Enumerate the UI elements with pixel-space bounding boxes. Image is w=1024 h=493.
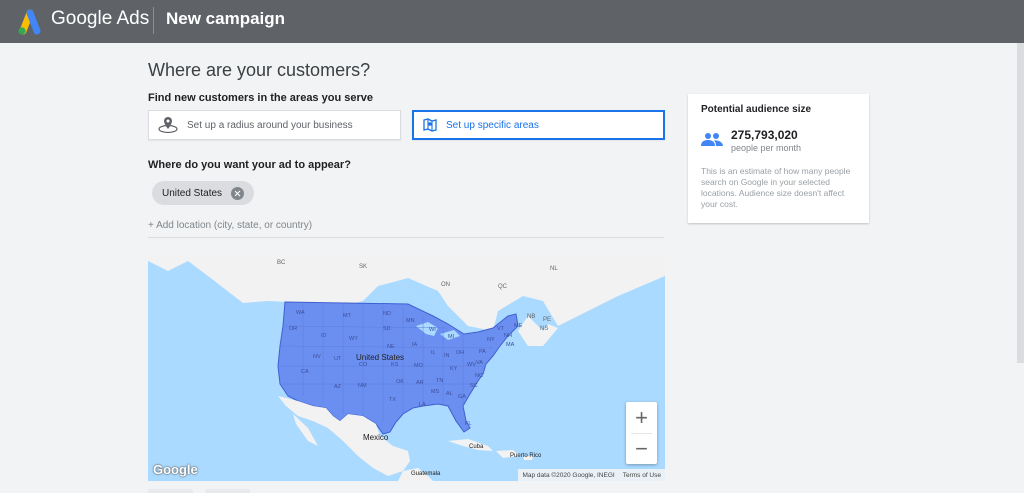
state-label-ut: UT [334, 356, 342, 362]
find-customers-label: Find new customers in the areas you serv… [148, 92, 373, 104]
state-label-fl: FL [465, 421, 472, 427]
state-label-ky: KY [450, 366, 458, 372]
map-label-on: ON [441, 282, 450, 288]
audience-value: 275,793,020 [731, 128, 798, 142]
header-divider [153, 7, 154, 34]
state-label-co: CO [359, 362, 368, 368]
state-label-il: IL [431, 350, 436, 356]
map-label-cuba: Cuba [469, 444, 484, 450]
audience-size-card: Potential audience size 275,793,020 peop… [688, 94, 869, 223]
radius-option-label: Set up a radius around your business [187, 119, 353, 131]
remove-location-icon[interactable] [231, 186, 245, 200]
state-label-wa: WA [296, 310, 305, 316]
state-label-ga: GA [458, 394, 466, 400]
state-label-nm: NM [358, 383, 367, 389]
state-label-wv: WV [467, 362, 476, 368]
state-label-pa: PA [479, 349, 486, 355]
location-map[interactable]: BC SK NL ON QC NB PE NS WA OR CA ID NV M… [148, 256, 665, 481]
audience-description: This is an estimate of how many people s… [701, 166, 851, 209]
people-icon [701, 133, 723, 146]
map-area-icon [423, 118, 437, 132]
state-label-ar: AR [416, 380, 424, 386]
state-label-ne: NE [387, 344, 395, 350]
state-label-nv: NV [313, 354, 321, 360]
state-label-sd: SD [383, 326, 391, 332]
specific-areas-option-label: Set up specific areas [446, 119, 539, 131]
footer-button-stub[interactable] [148, 489, 193, 493]
state-label-sc: SC [470, 383, 478, 389]
state-label-al: AL [446, 391, 453, 397]
page-scrollbar[interactable] [1017, 43, 1024, 363]
map-label-sk: SK [359, 264, 368, 270]
state-label-ca: CA [301, 369, 309, 375]
terms-of-use-link[interactable]: Terms of Use [623, 472, 661, 479]
zoom-in-button[interactable]: + [626, 402, 657, 433]
zoom-out-button[interactable]: − [626, 433, 657, 464]
section-heading: Where are your customers? [148, 60, 371, 80]
map-label-qc: QC [498, 284, 507, 290]
appear-label: Where do you want your ad to appear? [148, 159, 351, 171]
map-label-pe: PE [543, 317, 552, 323]
state-label-tn: TN [436, 378, 444, 384]
state-label-va: VA [476, 360, 483, 366]
state-label-vt: VT [497, 326, 505, 332]
state-label-mt: MT [343, 313, 351, 319]
location-chip-label: United States [162, 187, 223, 199]
state-label-ks: KS [391, 362, 399, 368]
brand-name: Google Ads [51, 8, 150, 29]
state-label-id: ID [321, 333, 327, 339]
state-label-ms: MS [431, 389, 440, 395]
map-label-puerto-rico: Puerto Rico [510, 453, 542, 459]
add-location-input[interactable]: + Add location (city, state, or country) [148, 220, 312, 231]
google-map-logo[interactable]: Google [153, 462, 198, 477]
audience-unit: people per month [731, 143, 802, 153]
map-label-bc: BC [277, 260, 286, 266]
specific-areas-option-button[interactable]: Set up specific areas [412, 110, 665, 140]
state-label-ny: NY [487, 337, 495, 343]
map-label-ns: NS [540, 326, 549, 332]
state-label-nc: NC [475, 373, 483, 379]
map-label-nb: NB [527, 314, 536, 320]
state-label-or: OR [289, 326, 298, 332]
state-label-mo: MO [414, 363, 423, 369]
footer-button-stub[interactable] [205, 489, 250, 493]
audience-card-title: Potential audience size [701, 104, 812, 115]
map-label-guatemala: Guatemala [411, 471, 441, 477]
state-label-ok: OK [396, 379, 404, 385]
state-label-in: IN [444, 353, 450, 359]
state-label-wy: WY [349, 336, 358, 342]
state-label-mn: MN [406, 318, 415, 324]
radius-pin-icon [158, 117, 178, 134]
map-data-credit: Map data ©2020 Google, INEGI [522, 471, 615, 479]
map-label-mexico: Mexico [363, 433, 389, 442]
map-label-united-states: United States [356, 353, 405, 362]
state-label-az: AZ [334, 384, 342, 390]
location-chip-united-states: United States [152, 181, 255, 205]
top-app-bar: Google Ads New campaign [0, 0, 1024, 43]
map-attribution: Map data ©2020 Google, INEGI Terms of Us… [518, 469, 665, 481]
state-label-nh: NH [504, 333, 512, 339]
google-ads-logo-icon[interactable] [14, 6, 44, 36]
page-title: New campaign [166, 9, 286, 28]
add-location-underline [148, 237, 664, 238]
state-label-wi: WI [429, 327, 436, 333]
state-label-me: ME [514, 323, 523, 329]
state-label-la: LA [419, 402, 426, 408]
state-label-tx: TX [389, 397, 397, 403]
zoom-control: + − [626, 402, 657, 464]
radius-option-button[interactable]: Set up a radius around your business [148, 110, 401, 140]
state-label-oh: OH [456, 350, 465, 356]
map-canvas [148, 256, 665, 481]
map-label-nl: NL [550, 266, 558, 272]
state-label-ma: MA [506, 342, 515, 348]
state-label-ia: IA [412, 342, 418, 348]
state-label-nd: ND [383, 311, 391, 317]
state-label-mi: MI [448, 334, 455, 340]
